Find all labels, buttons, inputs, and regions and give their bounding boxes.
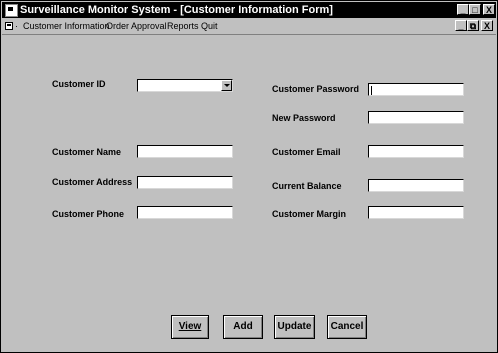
customer-address-field[interactable] [137, 176, 233, 189]
customer-email-label: Customer Email [272, 147, 341, 157]
child-close-button[interactable]: X [481, 20, 493, 31]
child-minimize-button[interactable]: _ [455, 20, 467, 31]
customer-password-field[interactable] [368, 83, 464, 96]
update-button[interactable]: Update [274, 315, 315, 339]
customer-name-field[interactable] [137, 145, 233, 158]
menu-order-approval[interactable]: Order Approval [106, 19, 167, 33]
menu-quit[interactable]: Quit [201, 19, 218, 33]
menu-label: Order Approval [106, 21, 167, 31]
menu-reports[interactable]: Reports [167, 19, 199, 33]
minimize-button[interactable]: _ [457, 4, 469, 15]
view-button-label: View [178, 321, 202, 332]
customer-name-label: Customer Name [52, 147, 122, 157]
window-title: Surveillance Monitor System - [Customer … [20, 4, 333, 16]
current-balance-field[interactable] [368, 179, 464, 192]
customer-phone-field[interactable] [137, 206, 233, 219]
new-password-label: New Password [272, 113, 336, 123]
customer-id-combobox[interactable] [137, 79, 233, 92]
maximize-button[interactable]: □ [469, 4, 481, 15]
cancel-button[interactable]: Cancel [327, 315, 367, 339]
menu-bar: · Customer Information Order Approval Re… [2, 19, 496, 33]
customer-id-label: Customer ID [52, 79, 106, 89]
chevron-down-icon[interactable] [221, 80, 232, 91]
add-button[interactable]: Add [223, 315, 263, 339]
customer-password-label: Customer Password [272, 84, 360, 94]
new-password-field[interactable] [368, 111, 464, 124]
customer-phone-label: Customer Phone [52, 209, 125, 219]
customer-address-label: Customer Address [52, 177, 133, 187]
customer-email-field[interactable] [368, 145, 464, 158]
title-bar: Surveillance Monitor System - [Customer … [2, 2, 496, 18]
view-button[interactable]: View [171, 315, 209, 339]
menu-label: Customer Information [23, 21, 110, 31]
customer-margin-label: Customer Margin [272, 209, 347, 219]
child-restore-button[interactable]: ⧉ [467, 20, 479, 31]
close-button[interactable]: X [483, 4, 495, 15]
menu-label: Quit [201, 21, 218, 31]
menu-customer-information[interactable]: Customer Information [23, 19, 110, 33]
customer-margin-field[interactable] [368, 206, 464, 219]
text-caret [371, 86, 372, 95]
current-balance-label: Current Balance [272, 181, 342, 191]
document-icon[interactable] [5, 22, 13, 30]
menu-label: Reports [167, 21, 199, 31]
menu-separator-dot: · [15, 21, 18, 31]
app-icon[interactable] [5, 4, 18, 17]
app-window: Surveillance Monitor System - [Customer … [0, 0, 498, 353]
